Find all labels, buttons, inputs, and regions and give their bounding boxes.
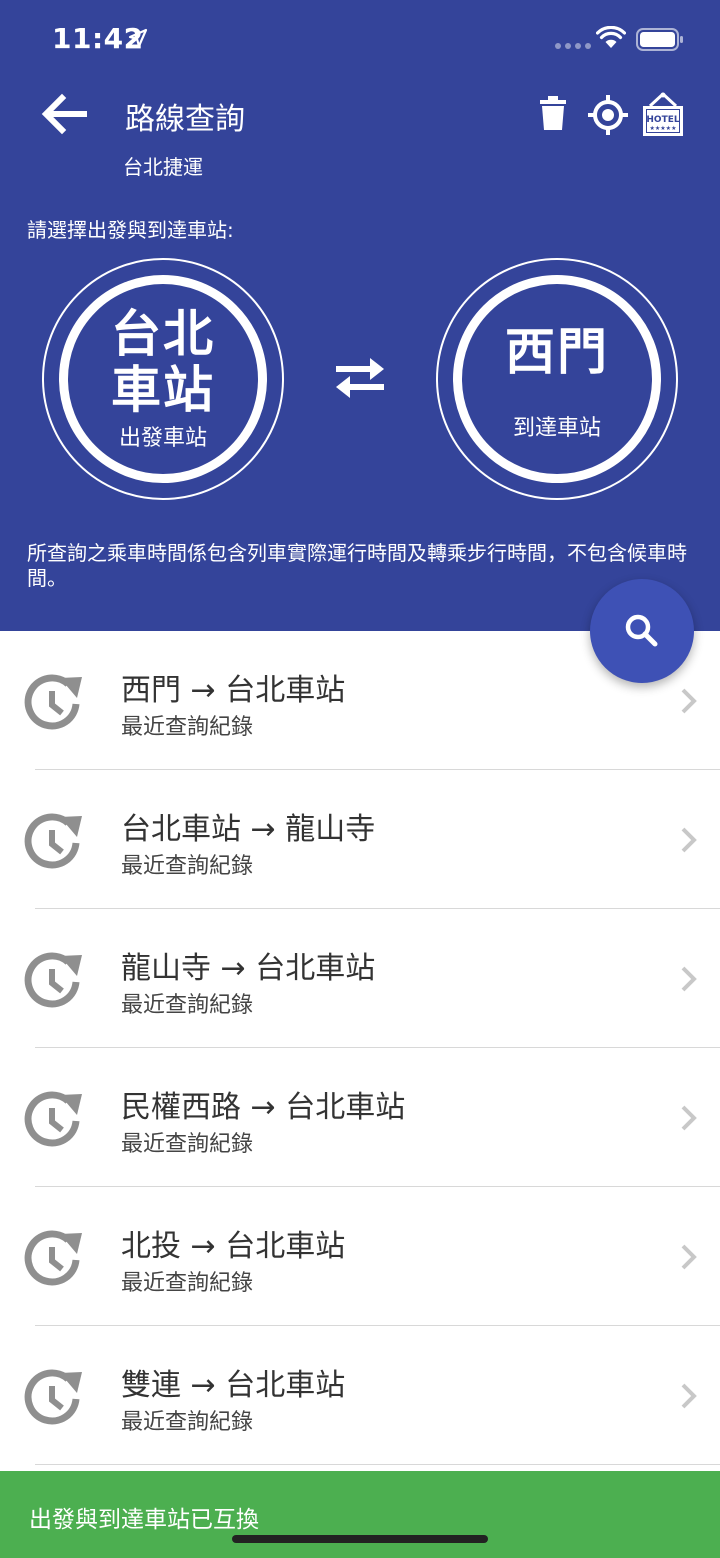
location-arrow-icon — [128, 28, 148, 48]
history-caption: 最近查詢紀錄 — [121, 1271, 254, 1296]
hotel-sign-icon[interactable]: HOTEL ★★★★★ — [640, 92, 686, 138]
chevron-right-icon — [681, 966, 697, 992]
history-route: 台北車站 → 龍山寺 — [121, 812, 376, 847]
history-caption: 最近查詢紀錄 — [121, 854, 254, 879]
history-item[interactable]: 西門 → 台北車站 最近查詢紀錄 — [0, 631, 720, 770]
history-caption: 最近查詢紀錄 — [121, 715, 254, 740]
history-icon — [24, 1091, 82, 1147]
chevron-right-icon — [681, 688, 697, 714]
history-caption: 最近查詢紀錄 — [121, 1132, 254, 1157]
history-caption: 最近查詢紀錄 — [121, 993, 254, 1018]
history-icon — [24, 674, 82, 730]
snackbar: 出發與到達車站已互換 — [0, 1471, 720, 1558]
battery-icon — [636, 28, 683, 51]
history-item[interactable]: 民權西路 → 台北車站 最近查詢紀錄 — [0, 1048, 720, 1187]
history-icon — [24, 952, 82, 1008]
history-route: 北投 → 台北車站 — [121, 1229, 346, 1264]
departure-station-badge: 台北車站 出發車站 — [59, 275, 267, 483]
history-item[interactable]: 北投 → 台北車站 最近查詢紀錄 — [0, 1187, 720, 1326]
svg-text:HOTEL: HOTEL — [646, 115, 679, 125]
wifi-icon — [596, 26, 626, 48]
chevron-right-icon — [681, 1105, 697, 1131]
svg-text:★★★★★: ★★★★★ — [650, 125, 677, 132]
arrival-station-name: 西門 — [505, 323, 609, 381]
history-route: 雙連 → 台北車站 — [121, 1368, 346, 1403]
history-list: 西門 → 台北車站 最近查詢紀錄 台北車站 → 龍山寺 最近查詢紀錄 龍山寺 →… — [0, 631, 720, 1465]
crosshair-icon[interactable] — [588, 94, 628, 136]
page-title: 路線查詢 — [125, 102, 245, 137]
chevron-right-icon — [681, 827, 697, 853]
history-route: 西門 → 台北車站 — [121, 673, 346, 708]
arrival-station-badge: 西門 到達車站 — [453, 275, 661, 483]
snackbar-message: 出發與到達車站已互換 — [29, 1507, 259, 1533]
travel-time-note: 所查詢之乘車時間係包含列車實際運行時間及轉乘步行時間，不包含候車時間。 — [27, 541, 687, 590]
arrow-left-icon[interactable] — [38, 92, 90, 136]
header: 11:42 路線查詢 台北捷運 HOTEL ★★★★★ 請選擇出發與到達車站: … — [0, 0, 720, 631]
history-caption: 最近查詢紀錄 — [121, 1410, 254, 1435]
history-item[interactable]: 龍山寺 → 台北車站 最近查詢紀錄 — [0, 909, 720, 1048]
trash-icon[interactable] — [538, 96, 568, 132]
history-icon — [24, 1369, 82, 1425]
page-subtitle: 台北捷運 — [123, 155, 203, 179]
departure-station-label: 出發車站 — [118, 426, 207, 451]
history-item[interactable]: 雙連 → 台北車站 最近查詢紀錄 — [0, 1326, 720, 1465]
arrival-station-label: 到達車站 — [512, 416, 601, 441]
departure-station-selector[interactable]: 台北車站 出發車站 — [42, 258, 284, 500]
cellular-signal-icon — [555, 43, 591, 49]
departure-station-name: 台北車站 — [111, 305, 215, 419]
home-indicator[interactable] — [232, 1535, 488, 1543]
chevron-right-icon — [681, 1244, 697, 1270]
divider — [35, 1464, 720, 1465]
history-route: 民權西路 → 台北車站 — [121, 1090, 406, 1125]
station-prompt: 請選擇出發與到達車站: — [27, 218, 234, 242]
history-item[interactable]: 台北車站 → 龍山寺 最近查詢紀錄 — [0, 770, 720, 909]
history-icon — [24, 813, 82, 869]
arrival-station-selector[interactable]: 西門 到達車站 — [436, 258, 678, 500]
history-icon — [24, 1230, 82, 1286]
chevron-right-icon — [681, 1383, 697, 1409]
swap-arrows-icon[interactable] — [330, 354, 390, 402]
history-route: 龍山寺 → 台北車站 — [121, 951, 376, 986]
